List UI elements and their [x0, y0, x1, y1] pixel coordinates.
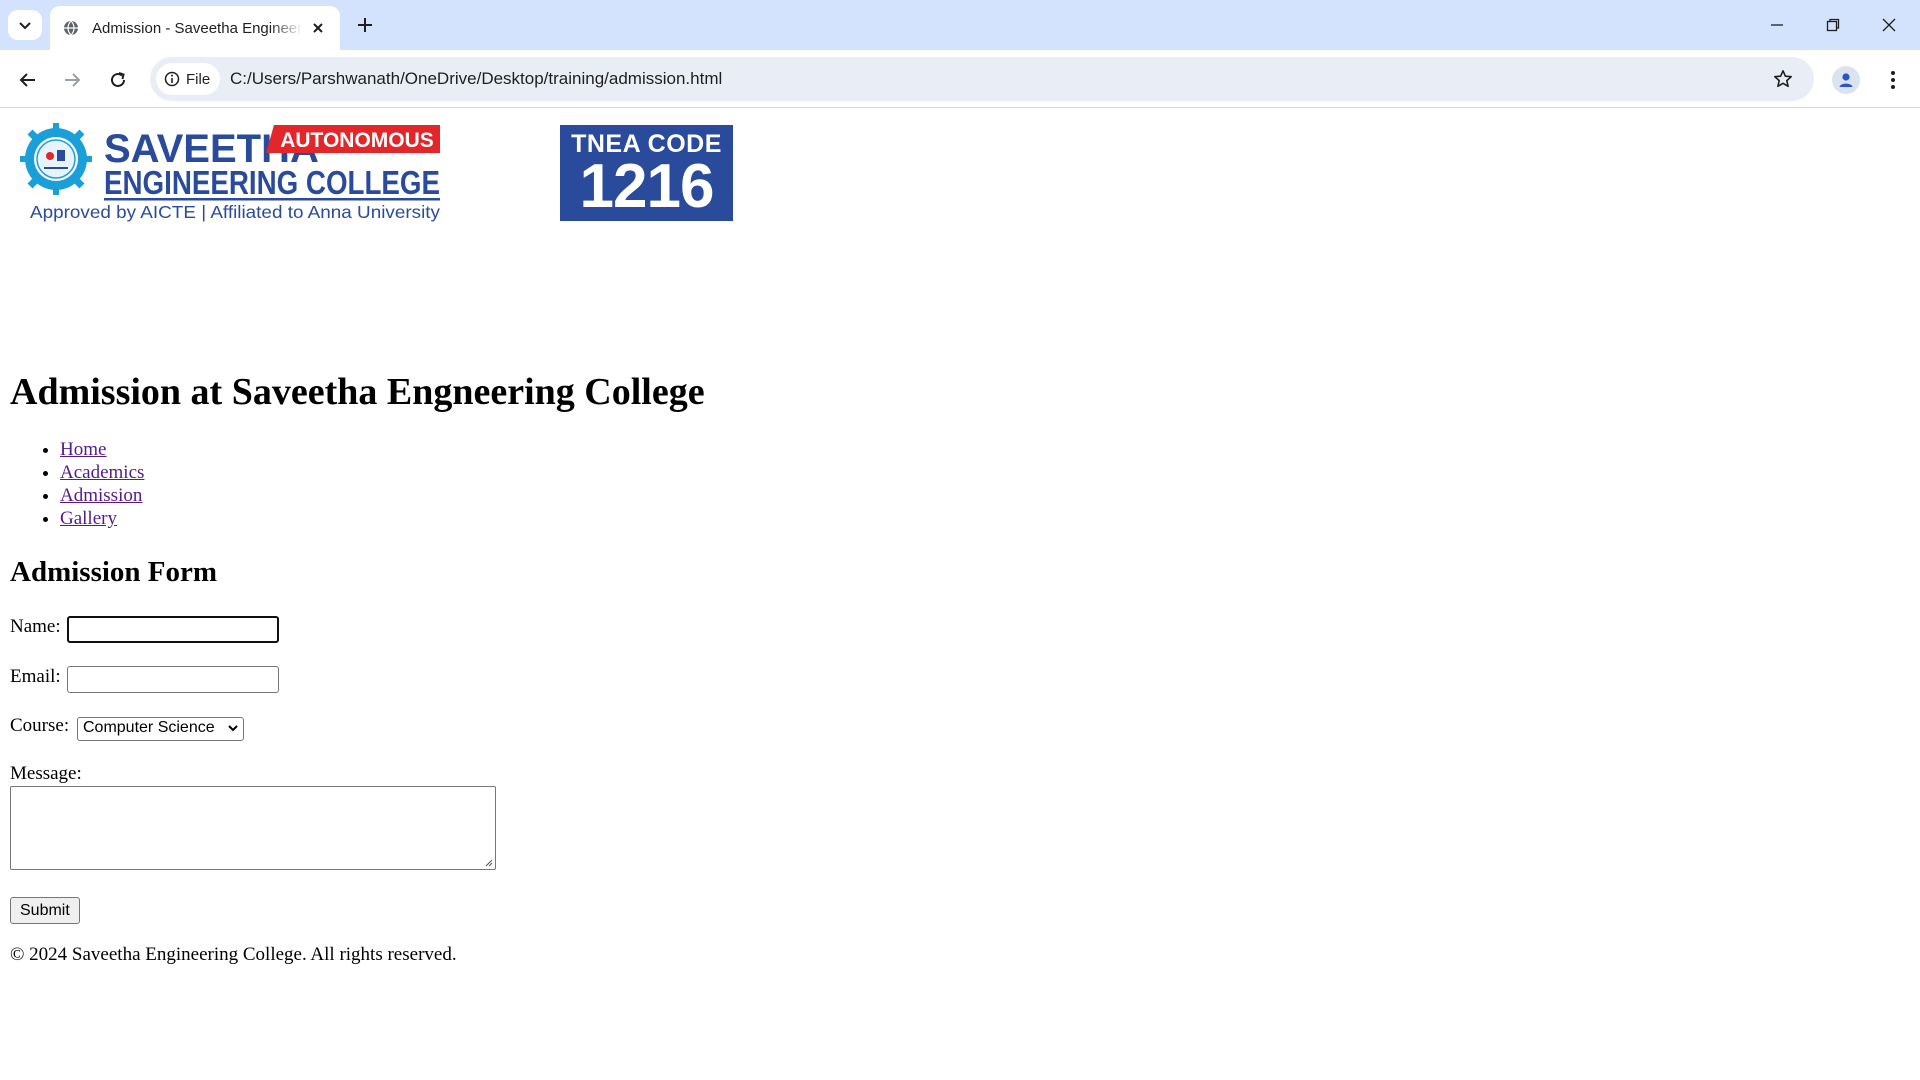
- address-bar[interactable]: File C:/Users/Parshwanath/OneDrive/Deskt…: [150, 57, 1814, 101]
- reload-icon: [111, 72, 125, 87]
- college-logo-banner: SAVEETHA AUTONOMOUS ENGINEERING COLLEGE …: [10, 108, 1910, 223]
- browser-toolbar: File C:/Users/Parshwanath/OneDrive/Deskt…: [0, 50, 1920, 108]
- profile-icon: [1839, 73, 1853, 87]
- gear-emblem-icon: [20, 123, 92, 195]
- nav-link-gallery[interactable]: Gallery: [60, 508, 117, 529]
- nav-item-academics: Academics: [60, 461, 144, 484]
- submit-button-label: Submit: [20, 902, 70, 919]
- course-label: Course:: [10, 715, 70, 736]
- globe-icon: [62, 19, 80, 37]
- forward-button[interactable]: [58, 66, 86, 94]
- info-icon: [164, 71, 180, 87]
- url-text[interactable]: C:/Users/Parshwanath/OneDrive/Desktop/tr…: [230, 69, 722, 89]
- form-title: Admission Form: [10, 556, 218, 588]
- tab-title: Admission - Saveetha Engineering College: [92, 19, 302, 37]
- chevron-down-icon: [19, 22, 31, 30]
- back-button[interactable]: [14, 66, 42, 94]
- main-nav: Home Academics Admission Gallery: [10, 438, 144, 530]
- chevron-down-icon: [228, 725, 238, 732]
- close-window-button[interactable]: [1876, 12, 1902, 38]
- email-input[interactable]: [67, 666, 279, 693]
- browser-tab-strip: Admission - Saveetha Engineering College: [0, 0, 1920, 50]
- nav-item-admission: Admission: [60, 484, 144, 507]
- more-vertical-icon: [1891, 71, 1895, 89]
- site-chip-label: File: [186, 70, 211, 88]
- site-info-chip[interactable]: File: [156, 63, 221, 95]
- resize-grip-icon[interactable]: [483, 857, 493, 867]
- nav-link-academics[interactable]: Academics: [60, 462, 144, 483]
- name-label: Name:: [10, 616, 61, 637]
- arrow-left-icon: [19, 73, 35, 87]
- minimize-button[interactable]: [1764, 12, 1790, 38]
- college-logo: SAVEETHA AUTONOMOUS ENGINEERING COLLEGE …: [20, 123, 440, 222]
- arrow-right-icon: [65, 73, 81, 87]
- course-select[interactable]: Computer Science: [77, 717, 244, 741]
- new-tab-button[interactable]: [352, 12, 378, 38]
- page-content: SAVEETHA AUTONOMOUS ENGINEERING COLLEGE …: [0, 108, 1920, 965]
- browser-menu-button[interactable]: [1880, 66, 1906, 94]
- restore-icon: [1826, 18, 1840, 32]
- svg-text:Approved by AICTE | Affiliat: Approved by AICTE | Affiliated to Anna U…: [30, 202, 440, 222]
- message-label: Message:: [10, 763, 82, 784]
- bookmark-star-button[interactable]: [1770, 66, 1796, 92]
- close-tab-icon[interactable]: [308, 18, 328, 38]
- close-icon: [1882, 18, 1896, 32]
- tab-search-button[interactable]: [8, 10, 42, 40]
- plus-icon: [358, 18, 372, 32]
- nav-link-home[interactable]: Home: [60, 439, 106, 460]
- reload-button[interactable]: [104, 66, 132, 94]
- browser-tab-active[interactable]: Admission - Saveetha Engineering College: [50, 6, 340, 50]
- star-icon: [1774, 70, 1792, 88]
- message-textarea[interactable]: [10, 786, 496, 870]
- svg-text:AUTONOMOUS: AUTONOMOUS: [280, 129, 434, 152]
- page-title: Admission at Saveetha Engneering College: [10, 371, 705, 413]
- restore-button[interactable]: [1820, 12, 1846, 38]
- tnea-code-badge: TNEA CODE 1216: [560, 125, 733, 221]
- name-input[interactable]: [67, 616, 279, 643]
- footer-copyright: © 2024 Saveetha Engineering College. All…: [10, 944, 457, 965]
- email-label: Email:: [10, 666, 61, 687]
- nav-item-home: Home: [60, 438, 144, 461]
- course-selected-value: Computer Science: [83, 719, 215, 736]
- nav-item-gallery: Gallery: [60, 507, 144, 530]
- nav-link-admission[interactable]: Admission: [60, 485, 142, 506]
- minimize-icon: [1771, 24, 1783, 26]
- tnea-code-number: 1216: [579, 152, 715, 221]
- submit-button[interactable]: Submit: [10, 897, 80, 924]
- profile-button[interactable]: [1832, 66, 1860, 94]
- svg-text:ENGINEERING COLLEGE: ENGINEERING COLLEGE: [104, 164, 440, 201]
